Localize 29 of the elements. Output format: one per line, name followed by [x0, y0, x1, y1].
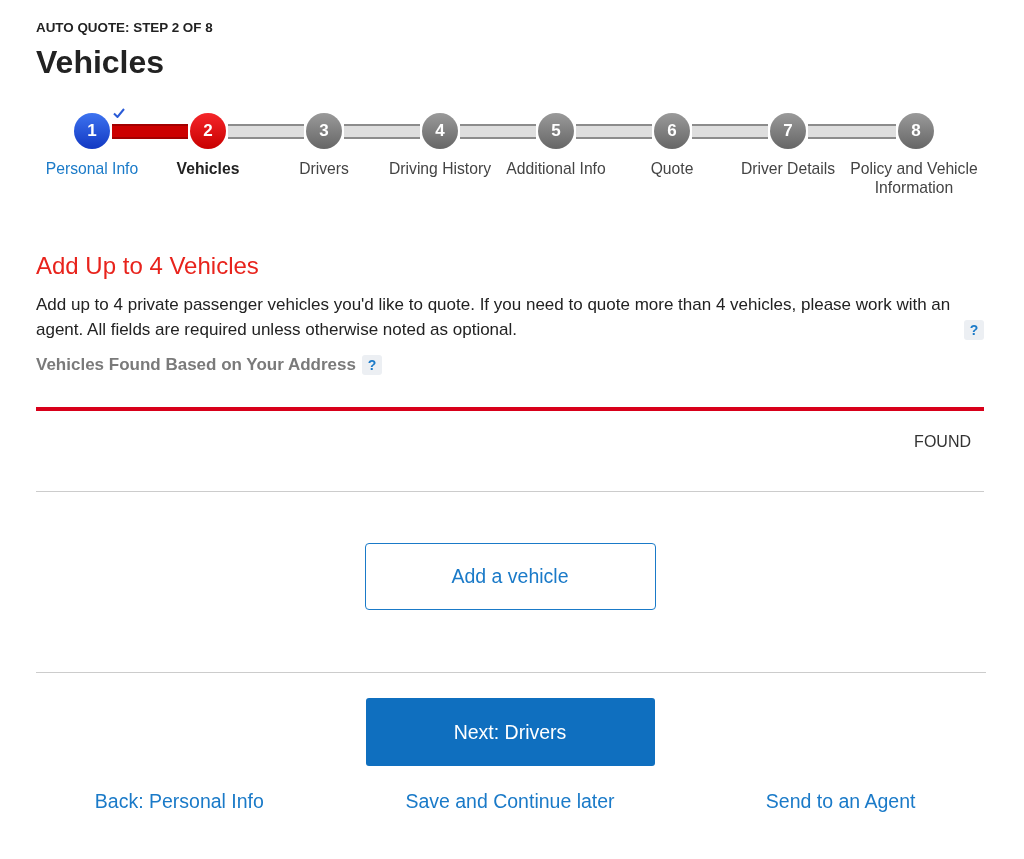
page-title: Vehicles	[36, 44, 165, 80]
step-label: Vehicles	[176, 159, 240, 178]
section-heading: Add Up to 4 Vehicles	[36, 252, 259, 280]
step-circle[interactable]: 1	[74, 113, 110, 149]
step-label: Driver Details	[740, 159, 836, 178]
step-circle: 8	[898, 113, 934, 149]
step-circle: 3	[306, 113, 342, 149]
vehicles-found-label: Vehicles Found Based on Your Address	[36, 354, 356, 376]
step-circle: 7	[770, 113, 806, 149]
step-label: Policy and Vehicle Information	[849, 159, 979, 197]
step-label: Quote	[650, 159, 694, 178]
next-button[interactable]: Next: Drivers	[365, 698, 655, 766]
footer-link[interactable]: Back: Personal Info	[94, 790, 264, 812]
step-circle: 5	[538, 113, 574, 149]
step-label: Driving History	[389, 159, 491, 178]
step-circle: 6	[654, 113, 690, 149]
footer-link[interactable]: Send to an Agent	[765, 790, 916, 812]
description-text: Add up to 4 private passenger vehicles you'd like to quote. If you need to quote more than 4 vehicles, please work with an agent. All fields are required unless otherwise noted as optional.	[36, 294, 952, 341]
help-button[interactable]: ?	[361, 355, 382, 375]
help-button[interactable]: ?	[964, 320, 984, 340]
step-label: Additional Info	[506, 159, 606, 178]
step-circle: 2	[190, 113, 226, 149]
add-vehicle-button[interactable]: Add a vehicle	[364, 543, 656, 610]
step-counter: AUTO QUOTE: STEP 2 OF 8	[36, 20, 213, 36]
column-header: FOUND	[914, 433, 971, 451]
footer-link[interactable]: Save and Continue later	[405, 790, 615, 812]
step-link[interactable]: Personal Info	[45, 159, 139, 178]
step-circle: 4	[422, 113, 458, 149]
step-label: Drivers	[299, 159, 349, 178]
